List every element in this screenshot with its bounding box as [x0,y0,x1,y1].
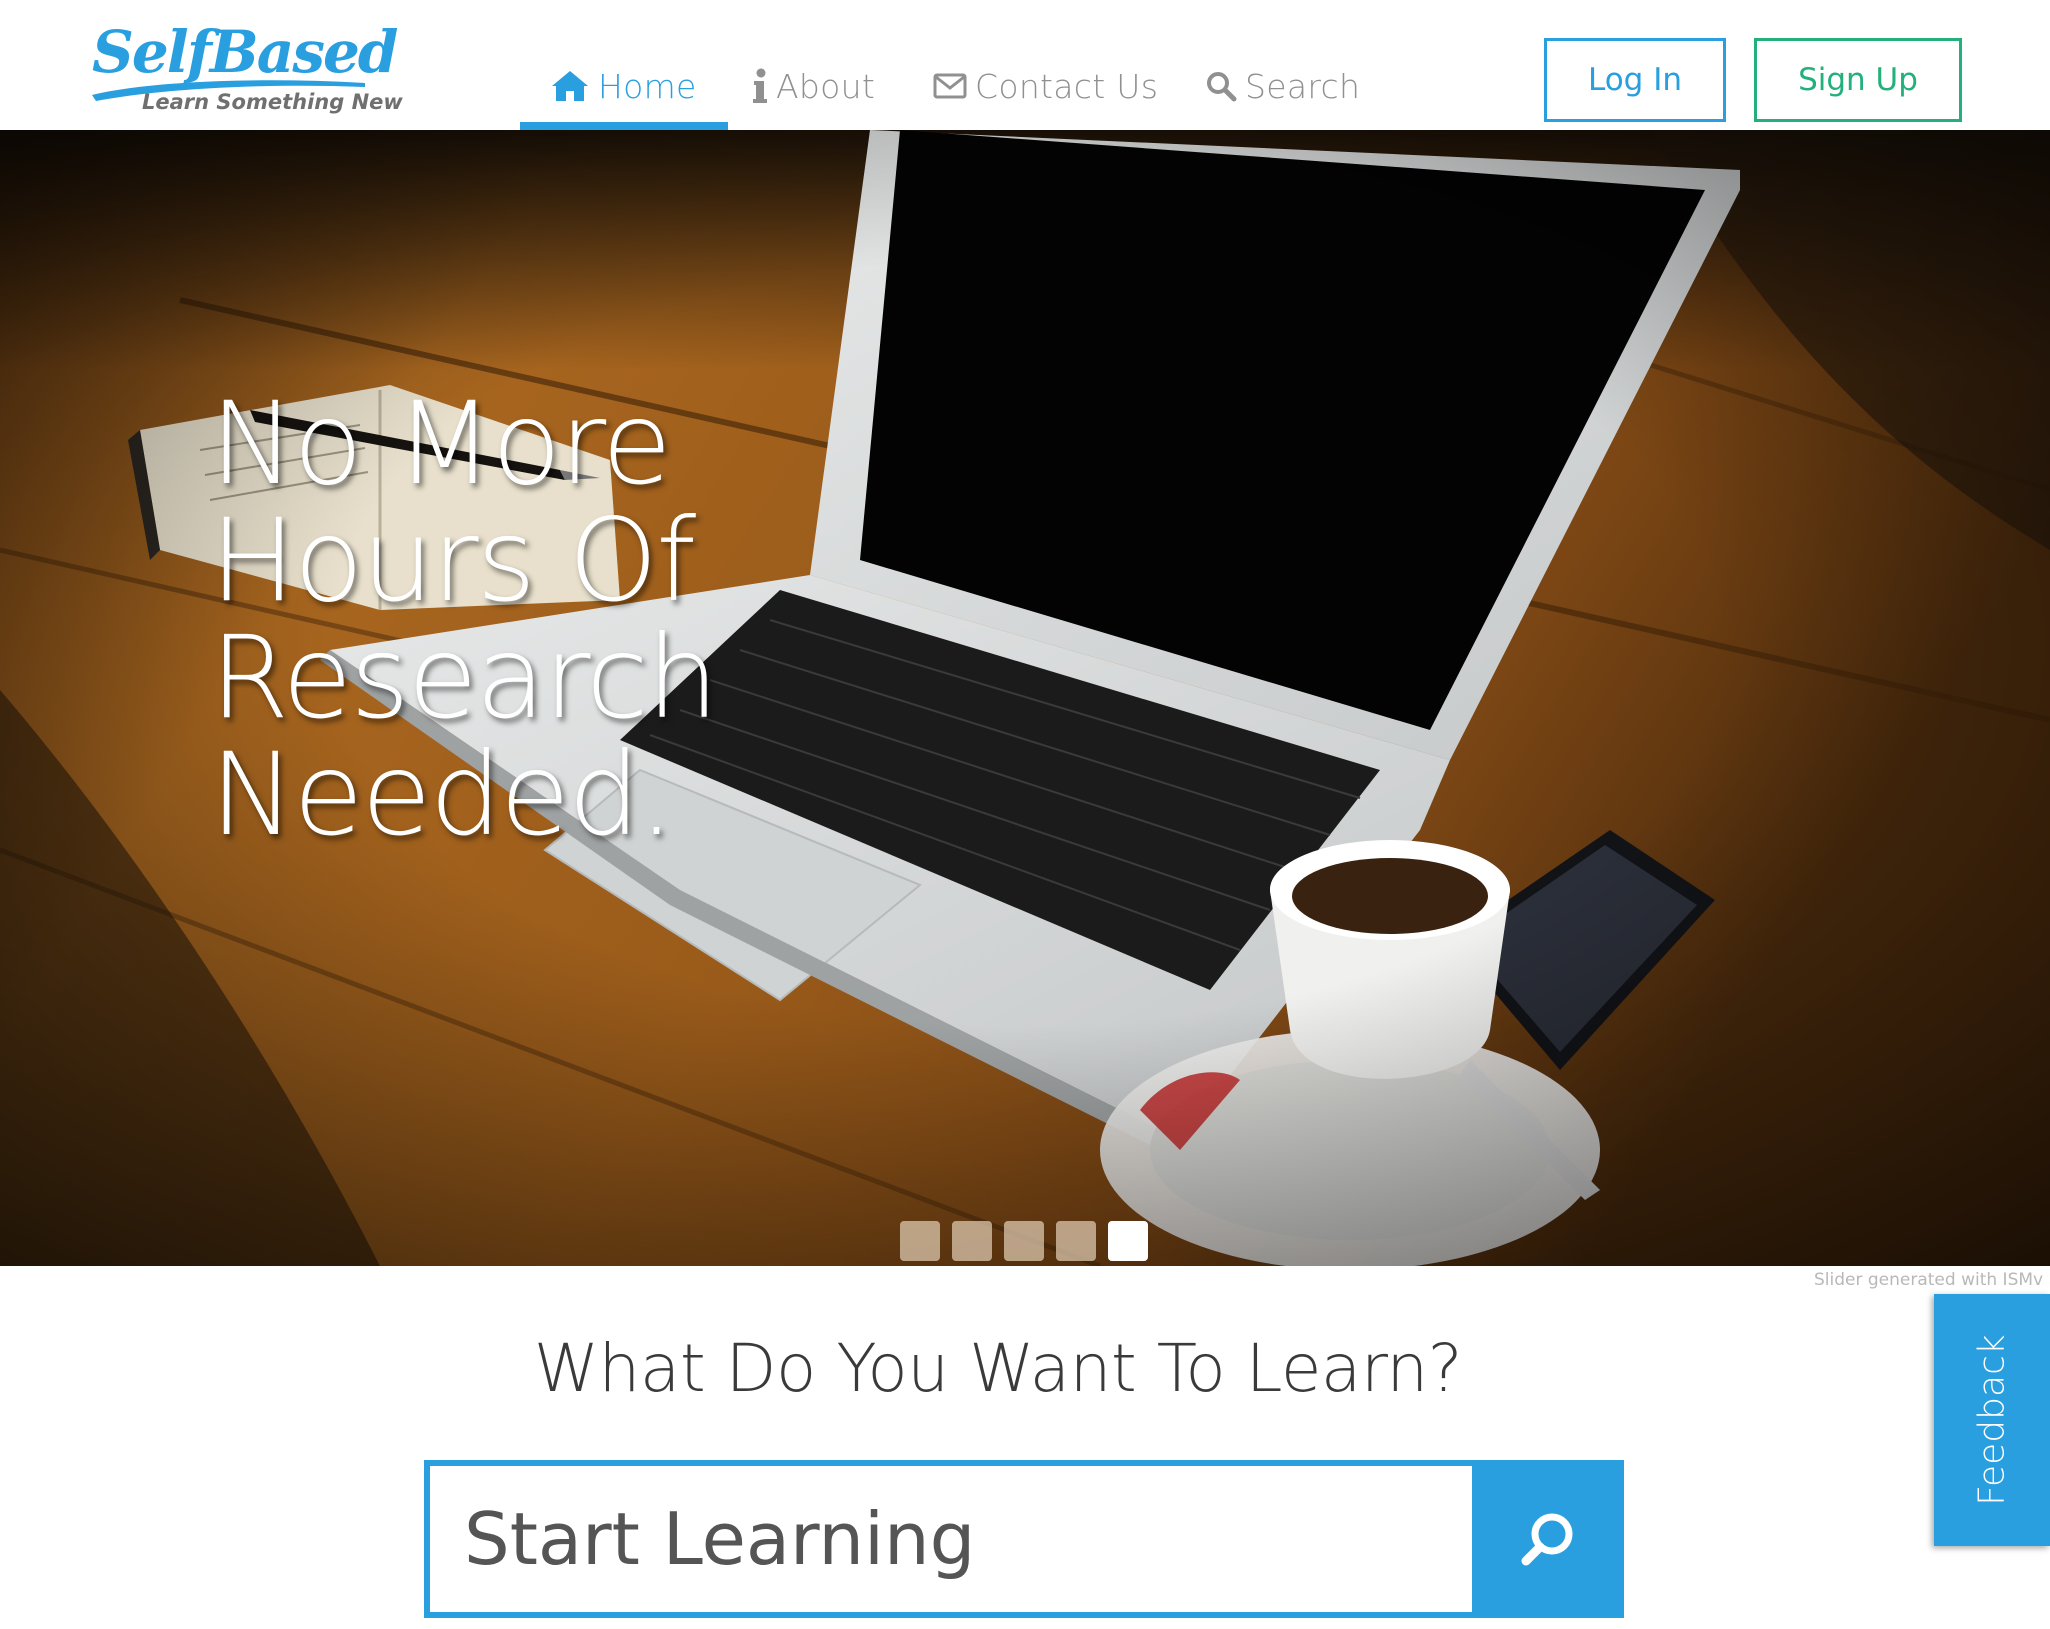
info-icon [753,68,767,103]
nav-about-label: About [776,66,876,106]
slider-dot-3[interactable] [1004,1221,1044,1261]
learn-search-input[interactable] [430,1466,1472,1612]
slider-dot-2[interactable] [952,1221,992,1261]
slider-credit[interactable]: Slider generated with ISMv [1814,1270,2050,1290]
feedback-label: Feedback [1971,1334,2013,1506]
nav-search-label: Search [1245,66,1361,106]
slider-dot-1[interactable] [900,1221,940,1261]
hero-slider: No More Hours Of Research Needed. [0,130,2050,1266]
learn-heading-text: What Do You Want To Learn? [533,1330,1463,1407]
hero-headline: No More Hours Of Research Needed. [210,385,770,853]
hero-headline-line: No More [210,377,672,510]
nav-home[interactable]: Home [550,66,697,106]
nav-contact-label: Contact Us [975,66,1159,106]
slider-dot-5[interactable] [1108,1221,1148,1261]
learn-search-form [424,1460,1624,1618]
nav-home-label: Home [598,66,697,106]
nav-contact[interactable]: Contact Us [933,66,1158,106]
slider-dot-4[interactable] [1056,1221,1096,1261]
slider-pagination [900,1221,1148,1261]
home-icon [552,71,588,101]
nav-active-indicator [520,122,728,130]
feedback-tab[interactable]: Feedback [1934,1294,2050,1546]
logo[interactable]: SelfBased Learn Something New [90,18,403,126]
search-icon [1521,1513,1573,1566]
hero-headline-line: Research [210,611,719,744]
envelope-icon [933,73,967,99]
logo-tagline: Learn Something New [142,90,403,114]
login-button[interactable]: Log In [1544,38,1726,122]
hero-headline-line: Needed. [210,728,675,861]
learn-search-button[interactable] [1472,1460,1624,1618]
site-header: SelfBased Learn Something New Home About… [0,0,2050,130]
hero-headline-line: Hours Of [210,494,696,627]
nav-search[interactable]: Search [1205,66,1360,106]
search-icon [1207,72,1237,102]
learn-heading: What Do You Want To Learn? [0,1330,2050,1407]
signup-button[interactable]: Sign Up [1754,38,1962,122]
nav-about[interactable]: About [752,66,875,106]
